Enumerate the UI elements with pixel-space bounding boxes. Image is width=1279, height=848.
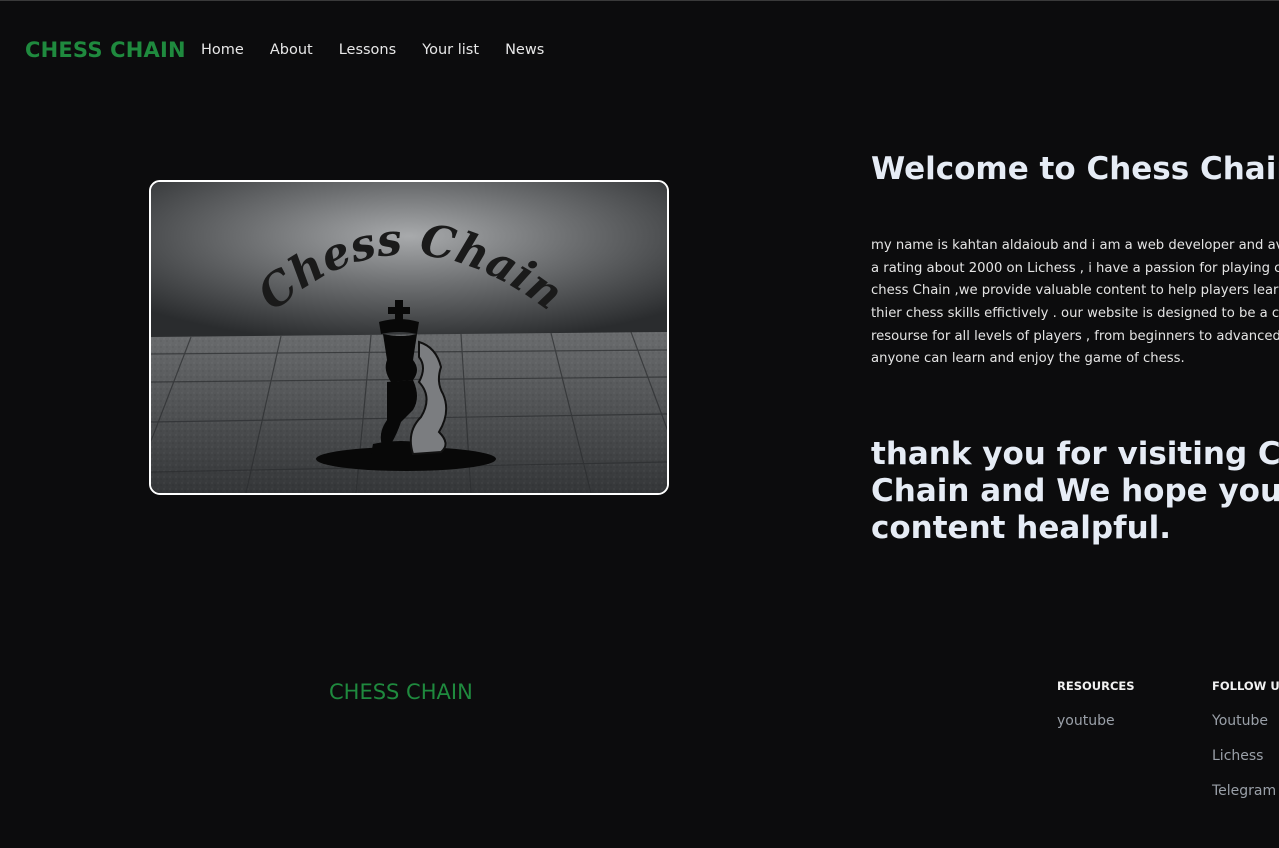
footer-follow-heading: FOLLOW US [1212,679,1279,693]
nav-about-link[interactable]: About [270,42,313,58]
nav-home-link[interactable]: Home [201,42,244,58]
thank-you-heading: thank you for visiting Che Chain and We … [871,436,1279,547]
thanks-line: thank you for visiting Che [871,435,1279,472]
footer-telegram-link[interactable]: Telegram [1212,783,1279,799]
nav-news-link[interactable]: News [505,42,544,58]
top-border [0,0,1279,1]
footer-youtube-resource-link[interactable]: youtube [1057,713,1135,729]
footer-lichess-link[interactable]: Lichess [1212,748,1279,764]
main-nav: Home About Lessons Your list News [201,42,570,58]
welcome-title: Welcome to Chess Chain! [871,150,1279,187]
intro-paragraph: my name is kahtan aldaioub and i am a we… [871,235,1279,371]
footer-brand-logo[interactable]: CHESS CHAIN [329,680,473,704]
intro-line: chess Chain ,we provide valuable content… [871,283,1279,299]
intro-line: anyone can learn and enjoy the game of c… [871,351,1185,367]
hero-image: Chess Chain [149,180,669,495]
brand-logo[interactable]: CHESS CHAIN [25,38,186,62]
footer-youtube-link[interactable]: Youtube [1212,713,1279,729]
intro-line: a rating about 2000 on Lichess , i have … [871,260,1279,276]
footer-resources-heading: RESOURCES [1057,679,1135,693]
intro-line: my name is kahtan aldaioub and i am a we… [871,238,1279,254]
thanks-line: Chain and We hope you fi [871,472,1279,509]
nav-your-list-link[interactable]: Your list [422,42,479,58]
intro-line: thier chess skills effictively . our web… [871,305,1279,321]
thanks-line: content healpful. [871,509,1172,546]
nav-lessons-link[interactable]: Lessons [339,42,396,58]
intro-line: resourse for all levels of players , fro… [871,328,1279,344]
footer-resources-column: RESOURCES youtube [1057,679,1135,748]
footer-follow-column: FOLLOW US Youtube Lichess Telegram [1212,679,1279,818]
